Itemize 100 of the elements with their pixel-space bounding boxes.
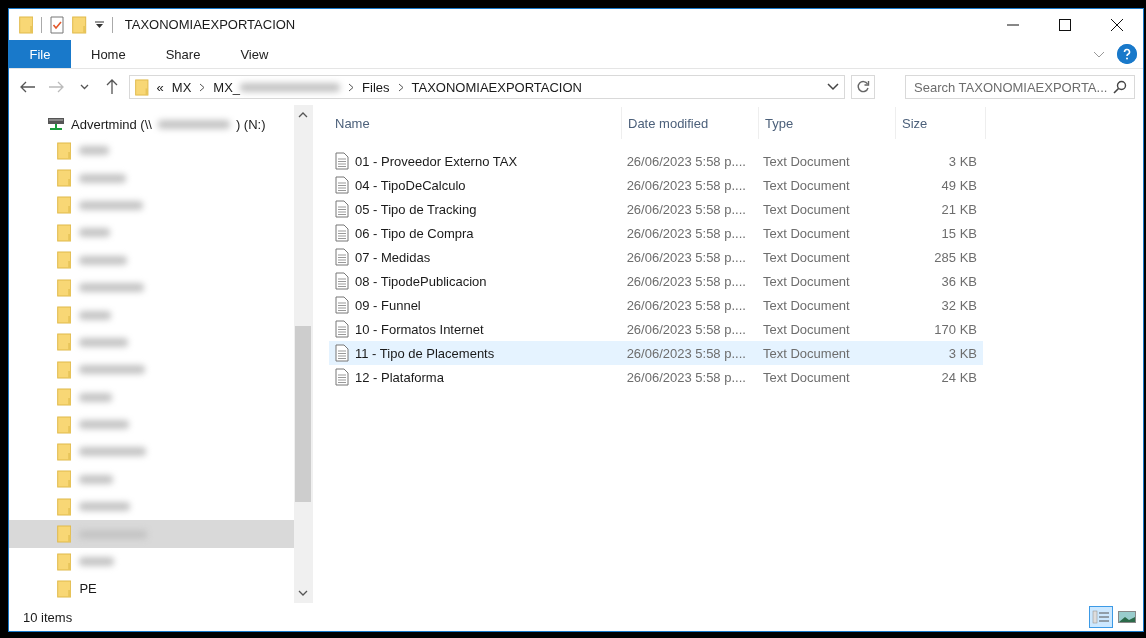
document-icon [335,224,349,242]
table-cell-text: 26/06/2023 5:58 p.... [625,153,747,169]
table-cell-text: Text Document [762,297,851,313]
file-row[interactable]: 07 - Medidas 26/06/2023 5:58 p.... Text Document 285 KB [329,245,983,269]
column-header[interactable]: Type [759,107,896,139]
file-name: 04 - TipoDeCalculo [355,177,466,193]
file-name: 05 - Tipo de Tracking [355,201,477,217]
table-cell-text: 26/06/2023 5:58 p.... [625,249,747,265]
overflow-chevron[interactable]: « [156,79,164,95]
folder-icon [57,251,72,270]
file-name: 07 - Medidas [355,249,431,265]
drive-label[interactable]: ) (N:) [235,116,266,132]
table-cell-text: 26/06/2023 5:58 p.... [625,225,747,241]
chevron-right-icon[interactable] [199,82,206,92]
ribbon-tab[interactable]: Home [71,40,146,68]
table-cell-text: Text Document [762,369,851,385]
window-title: TAXONOMIAEXPORTACION [124,17,296,32]
folder-icon [57,141,72,160]
table-cell-text: 26/06/2023 5:58 p.... [625,321,747,337]
table-cell-text: Text Document [762,201,851,217]
ribbon-tab[interactable]: View [220,40,289,68]
folder-icon [57,306,72,325]
column-header[interactable]: Date modified [622,107,759,139]
refresh-icon[interactable] [856,80,870,94]
chevron-right-icon[interactable] [348,82,355,92]
file-row[interactable]: 04 - TipoDeCalculo 26/06/2023 5:58 p.... Text Document 49 KB [329,173,983,197]
table-cell-text: Text Document [762,153,851,169]
properties-icon[interactable] [50,15,65,34]
folder-icon [57,196,72,215]
folder-icon [57,223,72,242]
help-icon[interactable] [1117,44,1137,64]
file-row[interactable]: 01 - Proveedor Externo TAX 26/06/2023 5:58 p.... Text Document 3 KB [329,149,983,173]
folder-icon [57,579,72,598]
maximize-icon[interactable] [1059,18,1071,31]
document-icon [335,368,349,386]
chevron-right-icon[interactable] [397,82,404,92]
breadcrumb[interactable]: Files [362,79,390,95]
breadcrumb[interactable]: TAXONOMIAEXPORTACION [411,79,582,95]
file-name: 08 - TipodePublicacion [355,273,487,289]
ribbon-tab[interactable]: File [9,40,71,68]
table-cell-text: 170 KB [933,321,978,337]
folder-icon [135,78,149,96]
file-name: 11 - Tipo de Placements [355,345,495,361]
folder-icon [57,278,72,297]
document-icon [335,152,349,170]
folder-item[interactable]: PE [9,575,294,603]
dropdown-icon[interactable] [94,20,104,29]
file-name: 06 - Tipo de Compra [355,225,474,241]
table-cell-text: 15 KB [940,225,978,241]
folder-icon [57,388,72,407]
folder-icon [57,415,72,434]
folder-icon [57,169,72,188]
address-bar[interactable]: « MX MX_ Files TAXONOMIAEXPORTACION [129,75,845,99]
table-cell-text: Text Document [762,321,851,337]
document-icon [335,344,349,362]
table-cell-text: 26/06/2023 5:58 p.... [625,345,747,361]
table-cell-text: Text Document [762,177,851,193]
close-icon[interactable] [1111,18,1123,31]
ribbon-tab[interactable]: Share [145,40,221,68]
scrollbar[interactable] [294,105,312,603]
file-row[interactable]: 09 - Funnel 26/06/2023 5:58 p.... Text Document 32 KB [329,293,983,317]
file-row[interactable]: 05 - Tipo de Tracking 26/06/2023 5:58 p.... Text Document 21 KB [329,197,983,221]
breadcrumb[interactable]: MX [171,79,192,95]
table-cell-text: 3 KB [947,345,978,361]
file-row[interactable]: 06 - Tipo de Compra 26/06/2023 5:58 p.... Text Document 15 KB [329,221,983,245]
document-icon [335,200,349,218]
search-field[interactable]: Search TAXONOMIAEXPORTA... [905,75,1135,99]
table-cell-text: 36 KB [940,273,978,289]
folder-icon [57,552,72,571]
file-name: 10 - Formatos Internet [355,321,484,337]
column-header[interactable]: Name [329,107,622,139]
drive-label[interactable]: Advertmind (\\ [71,116,152,132]
breadcrumb[interactable]: MX_ [213,79,341,95]
minimize-icon[interactable] [1007,23,1019,26]
table-cell-text: 3 KB [947,153,978,169]
table-cell-text: 24 KB [940,369,978,385]
table-cell-text: 26/06/2023 5:58 p.... [625,273,747,289]
file-row[interactable]: 10 - Formatos Internet 26/06/2023 5:58 p.... Text Document 170 KB [329,317,983,341]
folder-icon [57,360,72,379]
file-row[interactable]: 12 - Plataforma 26/06/2023 5:58 p.... Text Document 24 KB [329,365,983,389]
table-cell-text: Text Document [762,345,851,361]
file-name: 09 - Funnel [355,297,421,313]
folder-icon [57,497,72,516]
refresh-button[interactable] [851,75,875,99]
folder-icon [57,333,72,352]
file-row[interactable]: 08 - TipodePublicacion 26/06/2023 5:58 p.... Text Document 36 KB [329,269,983,293]
table-cell-text: 21 KB [940,201,978,217]
document-icon [335,296,349,314]
column-header[interactable]: Size [896,107,986,139]
folder-icon [72,15,87,34]
file-name: 12 - Plataforma [355,369,444,385]
document-icon [335,320,349,338]
folder-icon [19,15,34,34]
document-icon [335,176,349,194]
document-icon [335,248,349,266]
table-cell-text: 26/06/2023 5:58 p.... [625,369,747,385]
file-row[interactable]: 11 - Tipo de Placements 26/06/2023 5:58 p.... Text Document 3 KB [329,341,983,365]
folder-icon [57,443,72,461]
file-name: 01 - Proveedor Externo TAX [355,153,518,169]
document-icon [335,272,349,290]
